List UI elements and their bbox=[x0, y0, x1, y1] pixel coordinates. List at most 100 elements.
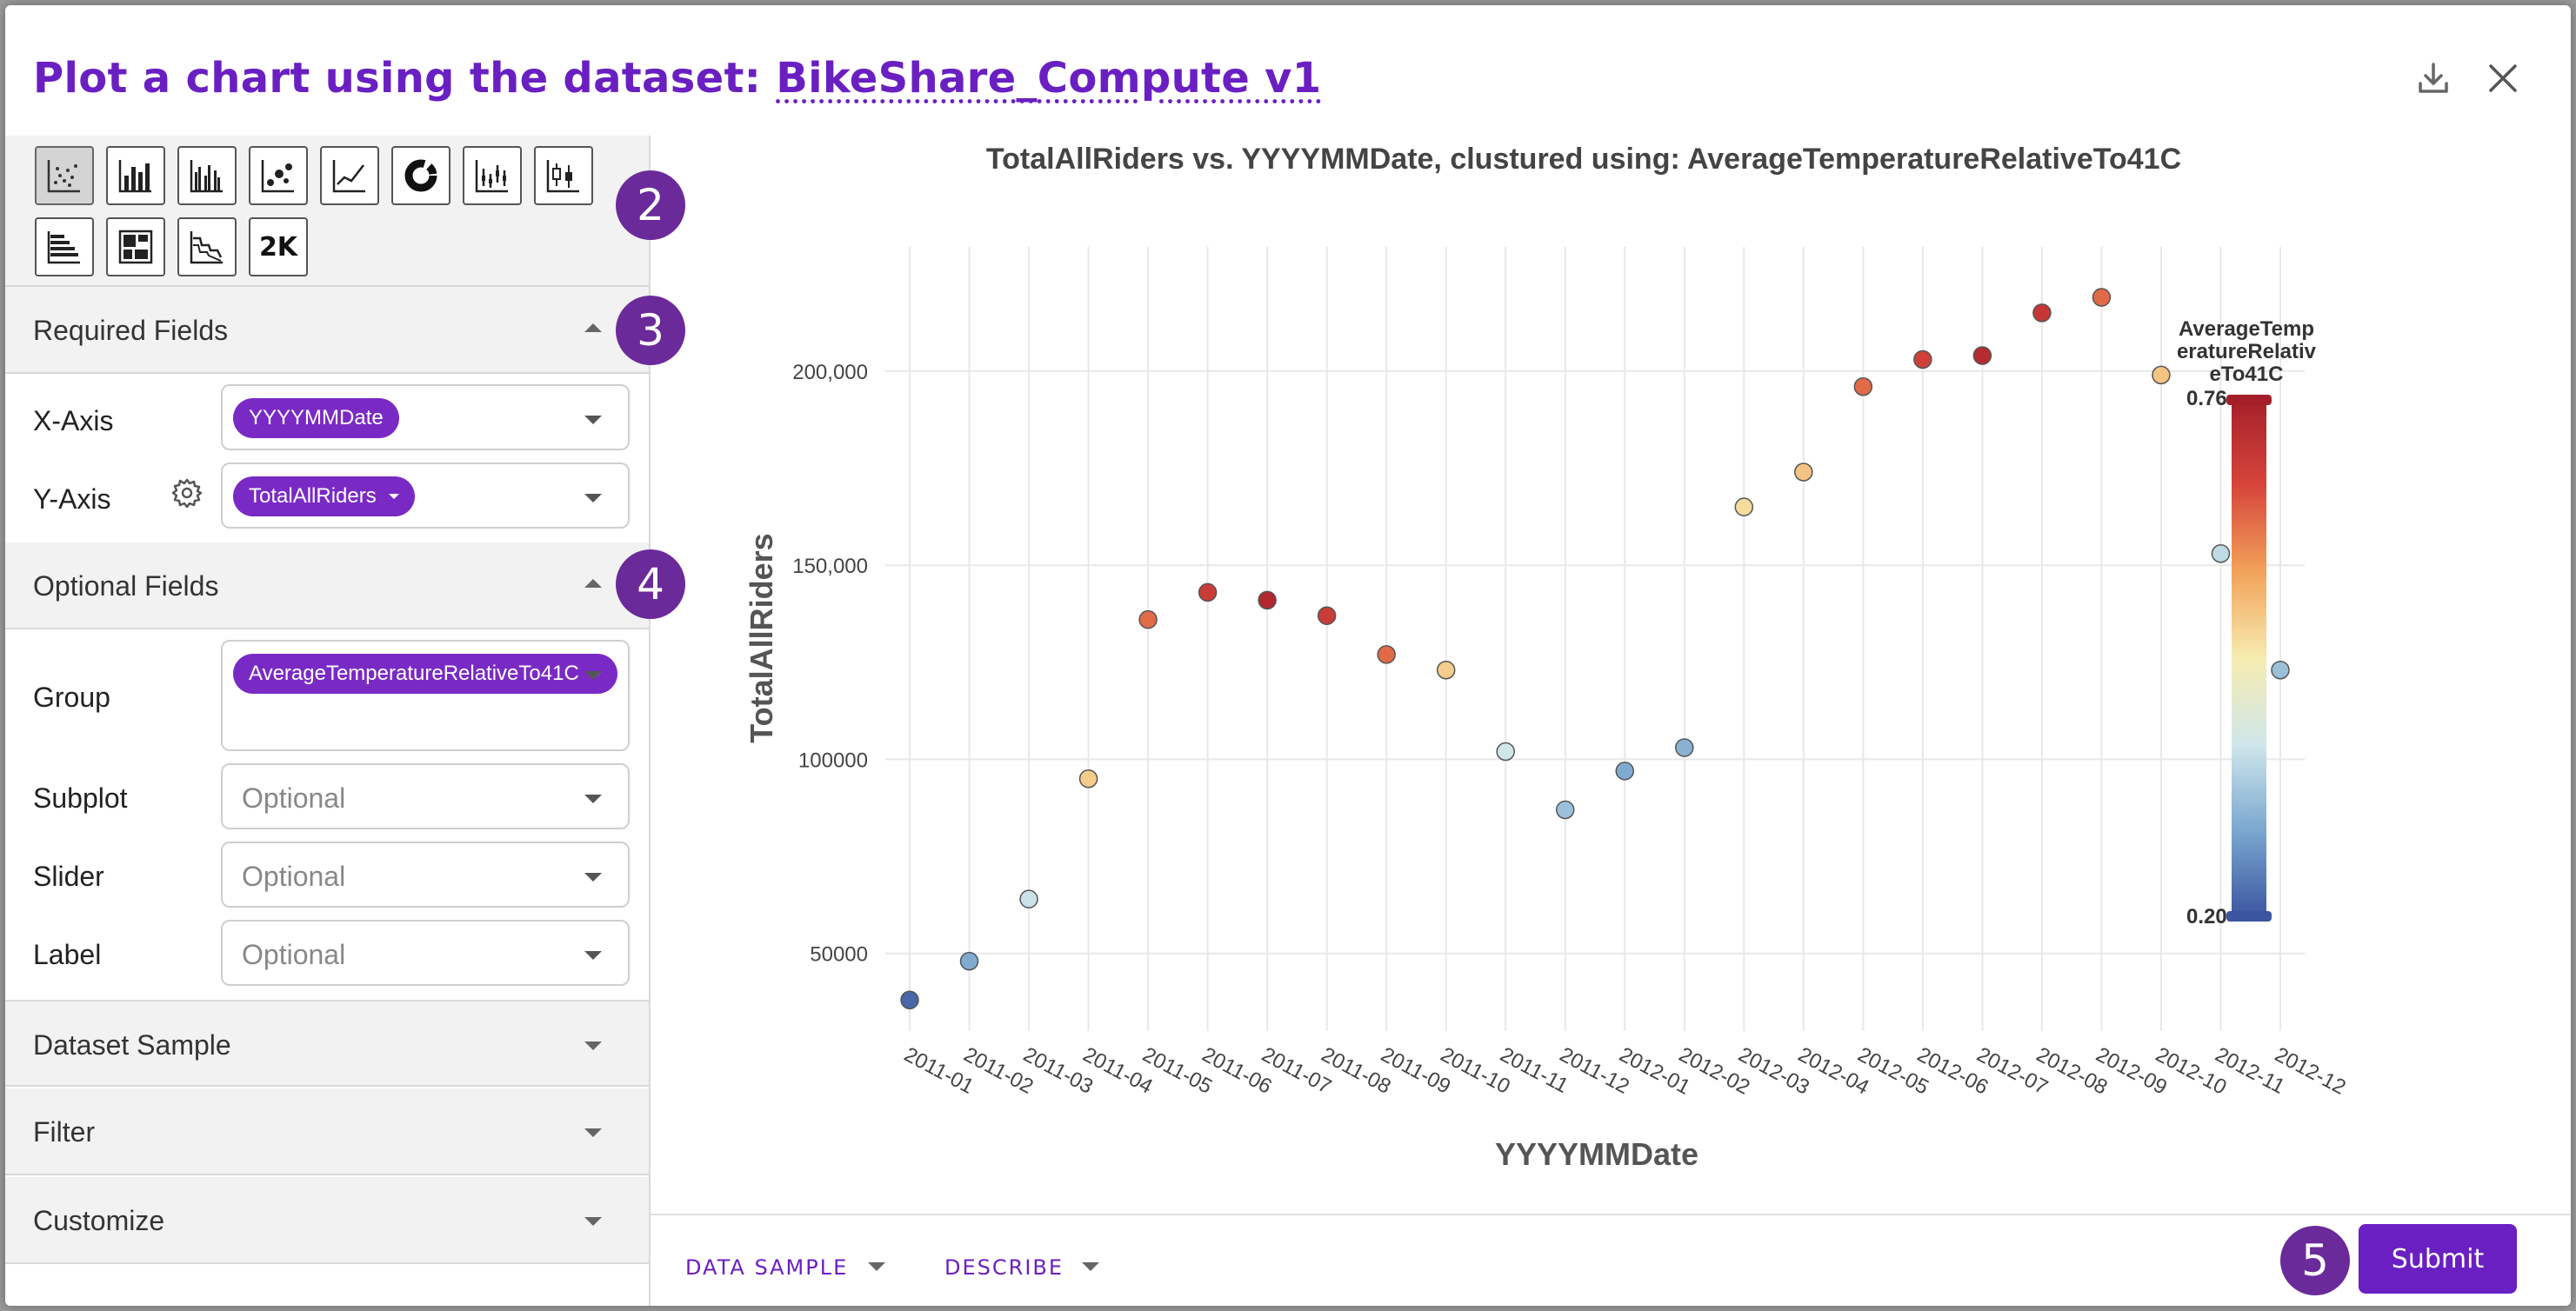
scatter-point[interactable] bbox=[1317, 606, 1337, 625]
scatter-point[interactable] bbox=[2211, 544, 2231, 563]
scatter-point[interactable] bbox=[1198, 582, 1218, 602]
scatter-point[interactable] bbox=[1377, 645, 1396, 664]
stacked-area-chart-button[interactable] bbox=[177, 217, 237, 276]
colorbar-title-line-1: AverageTemp bbox=[2179, 317, 2314, 341]
subplot-label: Subplot bbox=[33, 782, 128, 814]
download-icon[interactable] bbox=[2414, 59, 2453, 97]
scatter-point[interactable] bbox=[1555, 800, 1575, 820]
stacked-area-chart-icon bbox=[190, 231, 223, 264]
scatter-point[interactable] bbox=[2092, 288, 2112, 307]
customize-header[interactable]: Customize bbox=[5, 1177, 649, 1264]
scatter-point[interactable] bbox=[1853, 377, 1873, 396]
grouped-bar-chart-button[interactable] bbox=[177, 146, 237, 205]
scatter-point[interactable] bbox=[1019, 889, 1038, 908]
scatter-point[interactable] bbox=[1496, 742, 1515, 762]
chart-area: 2011-01 2011-02 2011-03 2011-04 2011-05 2011-… bbox=[651, 136, 2571, 1214]
title-prefix: Plot a chart using the dataset: bbox=[33, 54, 777, 103]
scatter-point[interactable] bbox=[1734, 497, 1754, 516]
slider-select[interactable]: Optional bbox=[221, 842, 630, 908]
scatter-point[interactable] bbox=[900, 990, 919, 1010]
group-select[interactable]: AverageTemperatureRelativeTo41C bbox=[221, 640, 630, 751]
y-tick-label: 100000 bbox=[798, 749, 868, 772]
y-axis-value: TotalAllRiders bbox=[249, 484, 377, 508]
filter-header[interactable]: Filter bbox=[5, 1088, 649, 1175]
scatter-point[interactable] bbox=[1675, 738, 1694, 757]
scatter-point[interactable] bbox=[1615, 762, 1635, 781]
bubble-chart-button[interactable] bbox=[249, 146, 308, 205]
donut-chart-button[interactable] bbox=[391, 146, 450, 205]
scatter-point[interactable] bbox=[1794, 463, 1813, 482]
horizontal-bar-chart-icon bbox=[47, 231, 80, 264]
scatter-point[interactable] bbox=[1436, 660, 1456, 680]
dropdown-caret-icon bbox=[584, 951, 602, 960]
dataset-link[interactable]: BikeShare_Compute v1 bbox=[776, 54, 1321, 103]
required-fields-header[interactable]: Required Fields bbox=[5, 287, 649, 374]
close-icon[interactable] bbox=[2484, 59, 2522, 97]
group-value: AverageTemperatureRelativeTo41C bbox=[249, 662, 579, 685]
label-select[interactable]: Optional bbox=[221, 920, 630, 986]
describe-caret-icon[interactable] bbox=[1082, 1262, 1099, 1271]
y-axis-label: Y-Axis bbox=[33, 483, 111, 515]
customize-title: Customize bbox=[33, 1205, 165, 1236]
y-axis-select[interactable]: TotalAllRiders bbox=[221, 463, 630, 529]
y-axis-chip[interactable]: TotalAllRiders bbox=[233, 476, 415, 516]
subplot-select[interactable]: Optional bbox=[221, 763, 630, 829]
optional-fields-header[interactable]: Optional Fields bbox=[5, 542, 649, 629]
data-sample-caret-icon[interactable] bbox=[868, 1262, 885, 1271]
horizontal-bar-chart-button[interactable] bbox=[35, 217, 94, 276]
bar-chart-button[interactable] bbox=[106, 146, 165, 205]
slider-placeholder: Optional bbox=[242, 861, 346, 892]
bar-chart-icon bbox=[118, 160, 151, 193]
label-placeholder: Optional bbox=[242, 939, 346, 970]
chip-caret-icon bbox=[388, 494, 399, 499]
grouped-bar-chart-icon bbox=[190, 160, 223, 193]
y-tick-label: 150,000 bbox=[792, 555, 868, 578]
gear-icon[interactable] bbox=[170, 476, 204, 509]
candlestick-chart-icon bbox=[546, 160, 579, 193]
candlestick-chart-button[interactable] bbox=[534, 146, 593, 205]
collapse-caret-icon bbox=[584, 323, 602, 332]
scatter-plot-button[interactable] bbox=[35, 146, 94, 205]
x-axis-select[interactable]: YYYYMMDate bbox=[221, 384, 630, 450]
dropdown-caret-icon bbox=[584, 873, 602, 882]
dialog-header: Plot a chart using the dataset: BikeShar… bbox=[5, 5, 2571, 144]
filter-title: Filter bbox=[33, 1116, 96, 1148]
line-chart-button[interactable] bbox=[320, 146, 379, 205]
submit-button[interactable]: Submit bbox=[2359, 1224, 2517, 1294]
scatter-chart[interactable]: 2011-012011-022011-032011-042011-052011-… bbox=[651, 136, 2571, 1214]
dropdown-caret-icon bbox=[584, 494, 602, 502]
2k-icon: 2K bbox=[258, 231, 298, 263]
x-axis-chip[interactable]: YYYYMMDate bbox=[233, 398, 399, 438]
x-axis-value: YYYYMMDate bbox=[249, 406, 384, 429]
colorbar-min-label: 0.20 bbox=[2186, 905, 2227, 928]
group-chip[interactable]: AverageTemperatureRelativeTo41C bbox=[233, 654, 617, 694]
scatter-point[interactable] bbox=[1258, 590, 1277, 610]
strip-chart-icon bbox=[475, 160, 508, 193]
2k-button[interactable]: 2K bbox=[249, 217, 308, 276]
expand-caret-icon bbox=[584, 1128, 602, 1137]
scatter-point[interactable] bbox=[1078, 769, 1098, 789]
expand-caret-icon bbox=[584, 1041, 602, 1050]
dataset-sample-header[interactable]: Dataset Sample bbox=[5, 1000, 649, 1087]
scatter-point[interactable] bbox=[1972, 346, 1992, 365]
scatter-point[interactable] bbox=[2271, 660, 2290, 680]
scatter-plot-icon bbox=[47, 160, 80, 193]
scatter-point[interactable] bbox=[2032, 303, 2052, 323]
step-badge-5: 5 bbox=[2280, 1226, 2350, 1295]
chart-config-panel: 2K 2 Required Fields 3 X-Axis YYYYMMDate… bbox=[5, 136, 685, 1306]
colorbar-title-line-3: eTo41C bbox=[2210, 363, 2284, 386]
expand-caret-icon bbox=[584, 1217, 602, 1226]
strip-chart-button[interactable] bbox=[463, 146, 522, 205]
scatter-point[interactable] bbox=[2152, 365, 2171, 385]
colorbar-min-cap bbox=[2226, 911, 2272, 922]
scatter-point[interactable] bbox=[959, 951, 979, 971]
describe-tab[interactable]: DESCRIBE bbox=[944, 1255, 1064, 1280]
scatter-point[interactable] bbox=[1913, 349, 1932, 369]
chart-type-toolbar: 2K bbox=[5, 136, 649, 287]
scatter-point[interactable] bbox=[1138, 609, 1158, 629]
optional-fields-title: Optional Fields bbox=[33, 570, 219, 602]
colorbar-max-cap bbox=[2226, 395, 2272, 405]
treemap-button[interactable] bbox=[106, 217, 165, 276]
dropdown-caret-icon bbox=[584, 416, 602, 424]
data-sample-tab[interactable]: DATA SAMPLE bbox=[685, 1255, 848, 1280]
